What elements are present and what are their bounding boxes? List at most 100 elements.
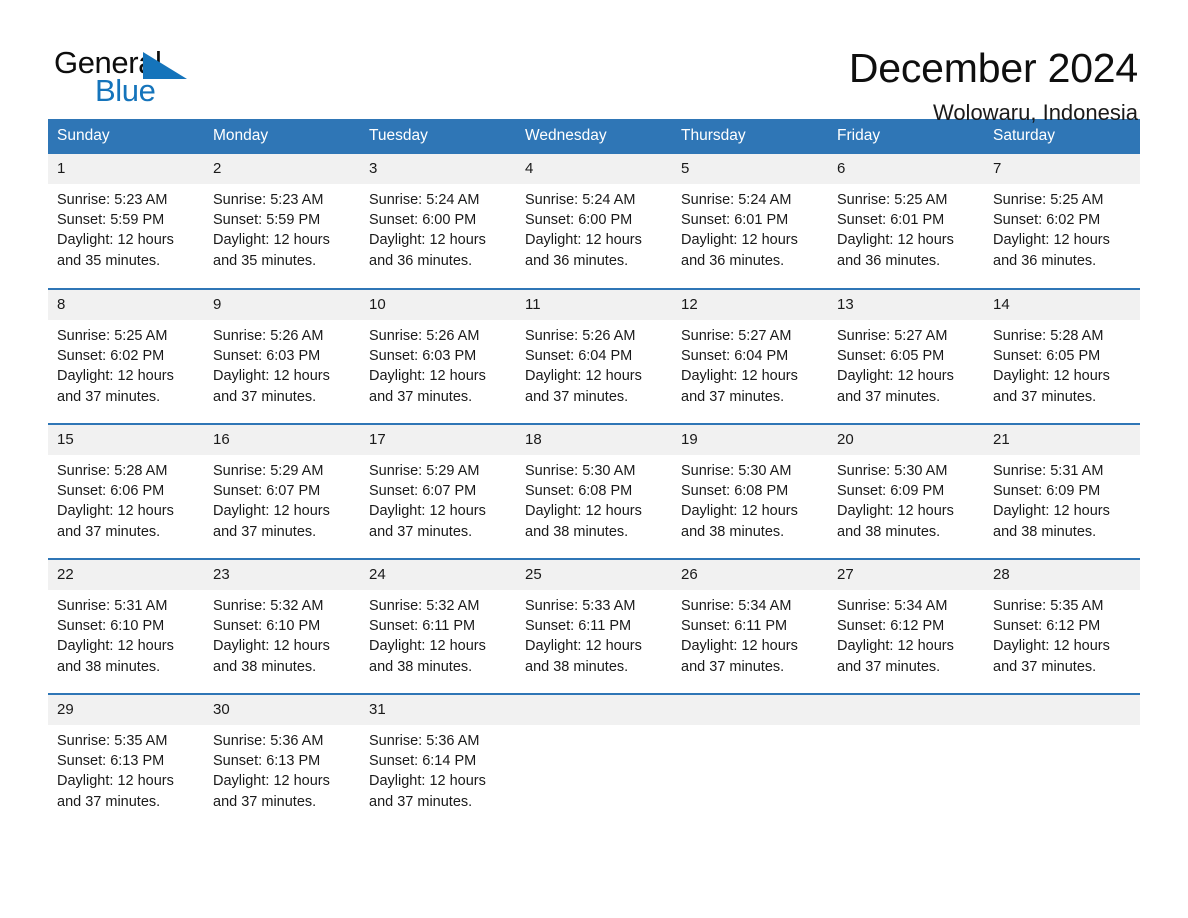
calendar-day-cell[interactable]: 27 Sunrise: 5:34 AM Sunset: 6:12 PM Daylig… bbox=[828, 558, 984, 694]
location-subtitle: Wolowaru, Indonesia bbox=[932, 100, 1138, 125]
calendar-day-cell[interactable]: 16 Sunrise: 5:29 AM Sunset: 6:07 PM Daylig… bbox=[204, 423, 360, 559]
day-details: Sunrise: 5:27 AM Sunset: 6:04 PM Daylight:… bbox=[672, 320, 828, 407]
daylight-text: Daylight: 12 hours and 37 minutes. bbox=[57, 773, 174, 810]
sunset-text: Sunset: 6:11 PM bbox=[525, 618, 632, 635]
daylight-text: Daylight: 12 hours and 36 minutes. bbox=[525, 232, 642, 269]
calendar-day-cell[interactable]: 8 Sunrise: 5:25 AM Sunset: 6:02 PM Dayligh… bbox=[48, 288, 204, 424]
sunrise-text: Sunrise: 5:25 AM bbox=[993, 192, 1104, 208]
calendar-day-cell[interactable]: 23 Sunrise: 5:32 AM Sunset: 6:10 PM Daylig… bbox=[204, 558, 360, 694]
sunset-text: Sunset: 5:59 PM bbox=[213, 212, 321, 229]
day-details: Sunrise: 5:28 AM Sunset: 6:05 PM Daylight:… bbox=[984, 320, 1140, 407]
day-details bbox=[984, 725, 1140, 731]
sunrise-text: Sunrise: 5:34 AM bbox=[837, 598, 948, 614]
sunset-text: Sunset: 6:10 PM bbox=[57, 618, 165, 635]
sunrise-text: Sunrise: 5:31 AM bbox=[993, 463, 1104, 479]
calendar-day-cell[interactable]: 17 Sunrise: 5:29 AM Sunset: 6:07 PM Daylig… bbox=[360, 423, 516, 559]
day-number: 2 bbox=[204, 154, 360, 184]
sunrise-text: Sunrise: 5:30 AM bbox=[837, 463, 948, 479]
daylight-text: Daylight: 12 hours and 37 minutes. bbox=[837, 638, 954, 675]
sunset-text: Sunset: 6:00 PM bbox=[369, 212, 477, 229]
calendar-day-cell[interactable]: 3 Sunrise: 5:24 AM Sunset: 6:00 PM Dayligh… bbox=[360, 154, 516, 289]
day-details: Sunrise: 5:25 AM Sunset: 6:02 PM Daylight:… bbox=[48, 320, 204, 407]
calendar-day-cell[interactable]: 5 Sunrise: 5:24 AM Sunset: 6:01 PM Dayligh… bbox=[672, 154, 828, 289]
day-number: 11 bbox=[516, 290, 672, 320]
day-details: Sunrise: 5:24 AM Sunset: 6:00 PM Daylight:… bbox=[516, 184, 672, 271]
calendar-day-cell[interactable]: 12 Sunrise: 5:27 AM Sunset: 6:04 PM Daylig… bbox=[672, 288, 828, 424]
calendar-day-cell[interactable]: 6 Sunrise: 5:25 AM Sunset: 6:01 PM Dayligh… bbox=[828, 154, 984, 289]
generalblue-logo[interactable]: General Blue bbox=[48, 44, 198, 116]
calendar-day-cell[interactable]: 1 Sunrise: 5:23 AM Sunset: 5:59 PM Dayligh… bbox=[48, 154, 204, 289]
sunset-text: Sunset: 6:09 PM bbox=[837, 483, 945, 500]
day-number: 21 bbox=[984, 425, 1140, 455]
sunrise-text: Sunrise: 5:27 AM bbox=[837, 328, 948, 344]
calendar-day-cell[interactable]: 21 Sunrise: 5:31 AM Sunset: 6:09 PM Daylig… bbox=[984, 423, 1140, 559]
daylight-text: Daylight: 12 hours and 37 minutes. bbox=[681, 638, 798, 675]
calendar-day-cell-empty bbox=[516, 693, 672, 829]
day-details: Sunrise: 5:30 AM Sunset: 6:09 PM Daylight:… bbox=[828, 455, 984, 542]
calendar-day-cell[interactable]: 13 Sunrise: 5:27 AM Sunset: 6:05 PM Daylig… bbox=[828, 288, 984, 424]
day-details: Sunrise: 5:35 AM Sunset: 6:13 PM Daylight:… bbox=[48, 725, 204, 812]
calendar-day-cell[interactable]: 19 Sunrise: 5:30 AM Sunset: 6:08 PM Daylig… bbox=[672, 423, 828, 559]
day-number: 27 bbox=[828, 560, 984, 590]
calendar-day-cell[interactable]: 14 Sunrise: 5:28 AM Sunset: 6:05 PM Daylig… bbox=[984, 288, 1140, 424]
sunset-text: Sunset: 6:04 PM bbox=[681, 348, 789, 365]
daylight-text: Daylight: 12 hours and 36 minutes. bbox=[837, 232, 954, 269]
day-details: Sunrise: 5:35 AM Sunset: 6:12 PM Daylight:… bbox=[984, 590, 1140, 677]
day-details: Sunrise: 5:30 AM Sunset: 6:08 PM Daylight:… bbox=[672, 455, 828, 542]
calendar-day-cell[interactable]: 22 Sunrise: 5:31 AM Sunset: 6:10 PM Daylig… bbox=[48, 558, 204, 694]
sunrise-text: Sunrise: 5:36 AM bbox=[213, 733, 324, 749]
sunrise-text: Sunrise: 5:24 AM bbox=[525, 192, 636, 208]
day-details: Sunrise: 5:34 AM Sunset: 6:11 PM Daylight:… bbox=[672, 590, 828, 677]
daylight-text: Daylight: 12 hours and 36 minutes. bbox=[993, 232, 1110, 269]
daylight-text: Daylight: 12 hours and 38 minutes. bbox=[681, 503, 798, 540]
calendar-day-cell[interactable]: 30 Sunrise: 5:36 AM Sunset: 6:13 PM Daylig… bbox=[204, 693, 360, 829]
calendar-day-cell[interactable]: 15 Sunrise: 5:28 AM Sunset: 6:06 PM Daylig… bbox=[48, 423, 204, 559]
calendar-day-cell[interactable]: 29 Sunrise: 5:35 AM Sunset: 6:13 PM Daylig… bbox=[48, 693, 204, 829]
calendar-day-cell[interactable]: 18 Sunrise: 5:30 AM Sunset: 6:08 PM Daylig… bbox=[516, 423, 672, 559]
weekday-header-monday: Monday bbox=[204, 119, 360, 154]
daylight-text: Daylight: 12 hours and 38 minutes. bbox=[213, 638, 330, 675]
daylight-text: Daylight: 12 hours and 37 minutes. bbox=[213, 503, 330, 540]
sunset-text: Sunset: 6:06 PM bbox=[57, 483, 165, 500]
calendar-week-row: 8 Sunrise: 5:25 AM Sunset: 6:02 PM Dayligh… bbox=[48, 288, 1140, 424]
calendar-day-cell[interactable]: 10 Sunrise: 5:26 AM Sunset: 6:03 PM Daylig… bbox=[360, 288, 516, 424]
calendar-day-cell[interactable]: 24 Sunrise: 5:32 AM Sunset: 6:11 PM Daylig… bbox=[360, 558, 516, 694]
sunset-text: Sunset: 6:11 PM bbox=[681, 618, 788, 635]
day-details: Sunrise: 5:26 AM Sunset: 6:03 PM Daylight:… bbox=[360, 320, 516, 407]
sunrise-text: Sunrise: 5:27 AM bbox=[681, 328, 792, 344]
day-number: 25 bbox=[516, 560, 672, 590]
day-number bbox=[984, 695, 1140, 725]
daylight-text: Daylight: 12 hours and 38 minutes. bbox=[837, 503, 954, 540]
day-number: 28 bbox=[984, 560, 1140, 590]
calendar-day-cell[interactable]: 11 Sunrise: 5:26 AM Sunset: 6:04 PM Daylig… bbox=[516, 288, 672, 424]
calendar-week-row: 1 Sunrise: 5:23 AM Sunset: 5:59 PM Dayligh… bbox=[48, 154, 1140, 289]
calendar-day-cell[interactable]: 4 Sunrise: 5:24 AM Sunset: 6:00 PM Dayligh… bbox=[516, 154, 672, 289]
title-block: December 2024 Wolowaru, Indonesia bbox=[849, 44, 1140, 128]
day-number: 4 bbox=[516, 154, 672, 184]
calendar-day-cell[interactable]: 31 Sunrise: 5:36 AM Sunset: 6:14 PM Daylig… bbox=[360, 693, 516, 829]
sunrise-text: Sunrise: 5:33 AM bbox=[525, 598, 636, 614]
calendar-day-cell[interactable]: 28 Sunrise: 5:35 AM Sunset: 6:12 PM Daylig… bbox=[984, 558, 1140, 694]
calendar-day-cell[interactable]: 26 Sunrise: 5:34 AM Sunset: 6:11 PM Daylig… bbox=[672, 558, 828, 694]
day-details: Sunrise: 5:24 AM Sunset: 6:00 PM Daylight:… bbox=[360, 184, 516, 271]
day-number: 5 bbox=[672, 154, 828, 184]
calendar-day-cell[interactable]: 7 Sunrise: 5:25 AM Sunset: 6:02 PM Dayligh… bbox=[984, 154, 1140, 289]
day-details: Sunrise: 5:36 AM Sunset: 6:13 PM Daylight:… bbox=[204, 725, 360, 812]
day-number: 3 bbox=[360, 154, 516, 184]
sunrise-text: Sunrise: 5:25 AM bbox=[57, 328, 168, 344]
calendar-day-cell-empty bbox=[828, 693, 984, 829]
day-details: Sunrise: 5:30 AM Sunset: 6:08 PM Daylight:… bbox=[516, 455, 672, 542]
daylight-text: Daylight: 12 hours and 38 minutes. bbox=[369, 638, 486, 675]
day-number: 20 bbox=[828, 425, 984, 455]
calendar-day-cell[interactable]: 9 Sunrise: 5:26 AM Sunset: 6:03 PM Dayligh… bbox=[204, 288, 360, 424]
calendar-day-cell[interactable]: 25 Sunrise: 5:33 AM Sunset: 6:11 PM Daylig… bbox=[516, 558, 672, 694]
day-details: Sunrise: 5:26 AM Sunset: 6:04 PM Daylight:… bbox=[516, 320, 672, 407]
calendar-day-cell[interactable]: 2 Sunrise: 5:23 AM Sunset: 5:59 PM Dayligh… bbox=[204, 154, 360, 289]
day-details: Sunrise: 5:24 AM Sunset: 6:01 PM Daylight:… bbox=[672, 184, 828, 271]
daylight-text: Daylight: 12 hours and 38 minutes. bbox=[57, 638, 174, 675]
sunrise-text: Sunrise: 5:28 AM bbox=[993, 328, 1104, 344]
calendar-day-cell[interactable]: 20 Sunrise: 5:30 AM Sunset: 6:09 PM Daylig… bbox=[828, 423, 984, 559]
calendar-week-row: 15 Sunrise: 5:28 AM Sunset: 6:06 PM Daylig… bbox=[48, 423, 1140, 559]
day-details bbox=[672, 725, 828, 731]
daylight-text: Daylight: 12 hours and 37 minutes. bbox=[213, 368, 330, 405]
